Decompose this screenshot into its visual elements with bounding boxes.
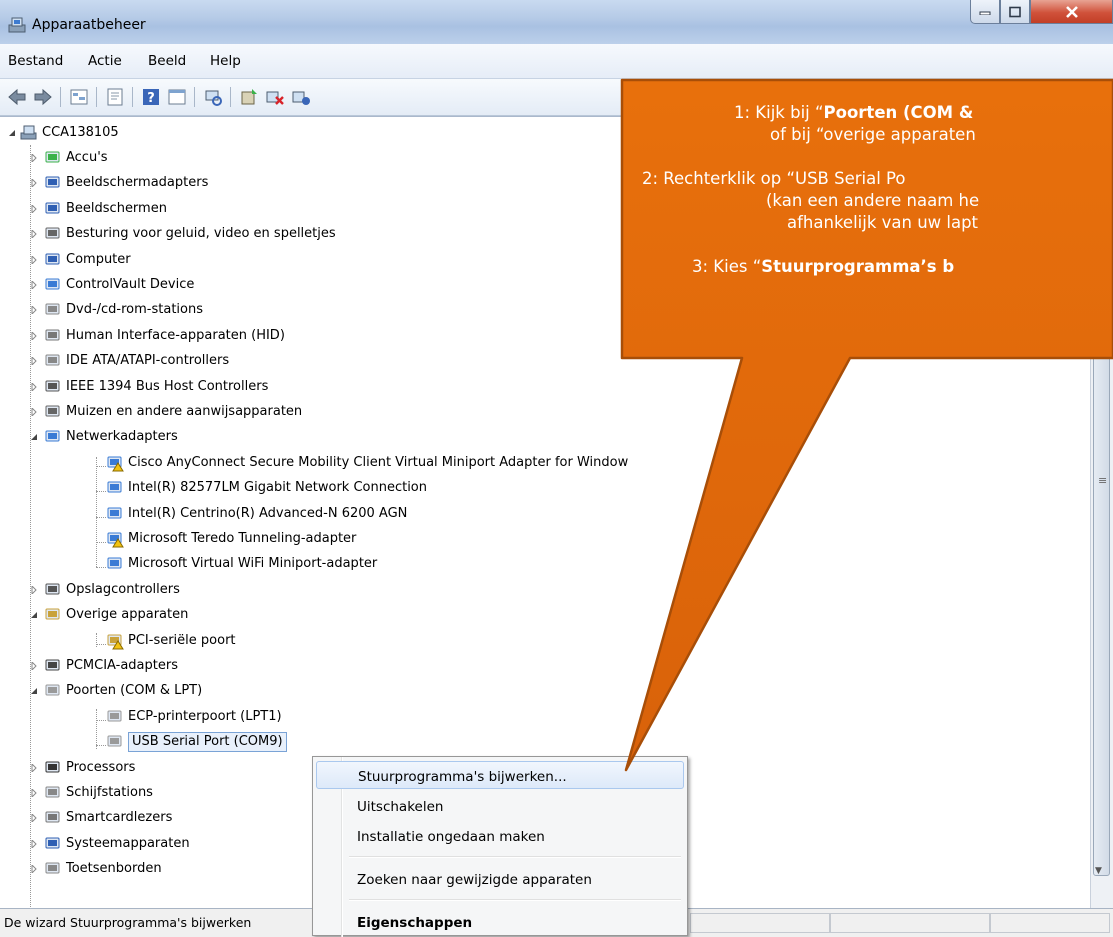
callout-text: 1: Kijk bij “Poorten (COM & of bij “over… <box>642 103 980 276</box>
